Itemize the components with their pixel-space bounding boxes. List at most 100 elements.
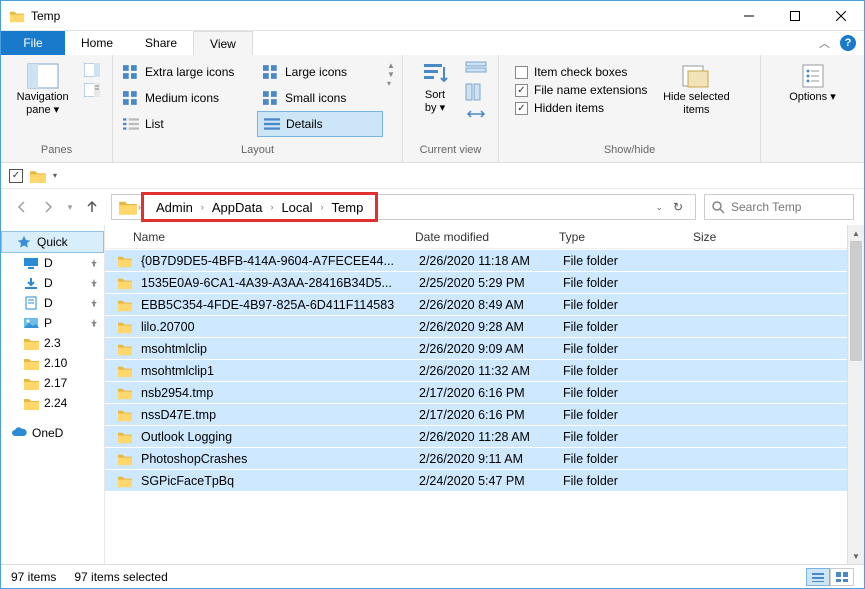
layout-small[interactable]: Small icons (257, 85, 383, 111)
table-row[interactable]: nsb2954.tmp2/17/2020 6:16 PMFile folder (105, 381, 847, 403)
sidebar-item[interactable]: P (1, 313, 104, 333)
nav-up-button[interactable] (81, 196, 103, 218)
scroll-thumb[interactable] (850, 241, 862, 361)
ribbon-tabs: File Home Share View ︿ ? (1, 31, 864, 55)
table-row[interactable]: Outlook Logging2/26/2020 11:28 AMFile fo… (105, 425, 847, 447)
search-input[interactable]: Search Temp (704, 194, 854, 220)
group-label-layout: Layout (113, 144, 402, 162)
tab-home[interactable]: Home (65, 31, 129, 55)
breadcrumb-segment[interactable]: Temp (328, 200, 368, 215)
table-row[interactable]: SGPicFaceTpBq2/24/2020 5:47 PMFile folde… (105, 469, 847, 491)
layout-more[interactable]: ▾ (387, 79, 397, 88)
table-row[interactable]: lilo.207002/26/2020 9:28 AMFile folder (105, 315, 847, 337)
cell-type: File folder (563, 342, 697, 356)
layout-scroll-down[interactable]: ▼ (387, 70, 397, 79)
cell-type: File folder (563, 408, 697, 422)
sidebar-item-onedrive[interactable]: OneD (1, 423, 104, 443)
group-by-button[interactable] (465, 61, 487, 79)
layout-list[interactable]: List (117, 111, 257, 137)
cell-date: 2/26/2020 9:09 AM (419, 342, 563, 356)
hidden-items-toggle[interactable]: Hidden items (515, 101, 647, 115)
table-row[interactable]: PhotoshopCrashes2/26/2020 9:11 AMFile fo… (105, 447, 847, 469)
column-date[interactable]: Date modified (415, 230, 559, 244)
search-icon (711, 200, 725, 214)
address-bar[interactable]: › Admin› AppData› Local› Temp ⌄ ↻ (111, 194, 696, 220)
collapse-ribbon-button[interactable]: ︿ (819, 35, 830, 51)
view-large-button[interactable] (830, 568, 854, 586)
file-name-extensions-toggle[interactable]: File name extensions (515, 83, 647, 97)
table-row[interactable]: 1535E0A9-6CA1-4A39-A3AA-28416B34D5...2/2… (105, 271, 847, 293)
layout-large[interactable]: Large icons (257, 59, 383, 85)
qat-check-icon[interactable] (9, 169, 23, 183)
hide-selected-button[interactable]: Hide selected items (657, 59, 735, 117)
sidebar-item-quick-access[interactable]: Quick (1, 231, 104, 253)
address-bar-row: ▾ › Admin› AppData› Local› Temp ⌄ ↻ Sear… (1, 189, 864, 225)
layout-extra-large[interactable]: Extra large icons (117, 59, 257, 85)
download-icon (23, 276, 39, 290)
minimize-button[interactable] (726, 1, 772, 30)
cell-date: 2/26/2020 11:18 AM (419, 254, 563, 268)
column-size[interactable]: Size (693, 230, 847, 244)
sidebar-item[interactable]: 2.3 (1, 333, 104, 353)
breadcrumb-segment[interactable]: AppData (208, 200, 267, 215)
sidebar-item[interactable]: 2.17 (1, 373, 104, 393)
tab-share[interactable]: Share (129, 31, 193, 55)
folder-icon (23, 376, 39, 390)
folder-icon (29, 168, 47, 184)
status-item-count: 97 items (11, 570, 56, 584)
breadcrumb-segment[interactable]: Admin (152, 200, 197, 215)
sidebar-item[interactable]: D (1, 253, 104, 273)
cell-type: File folder (563, 452, 697, 466)
window-title: Temp (31, 9, 726, 23)
cell-date: 2/17/2020 6:16 PM (419, 408, 563, 422)
add-columns-button[interactable] (465, 83, 487, 101)
view-details-button[interactable] (806, 568, 830, 586)
layout-details[interactable]: Details (257, 111, 383, 137)
nav-recent-dropdown[interactable]: ▾ (63, 196, 77, 218)
tab-file[interactable]: File (1, 31, 65, 55)
layout-scroll-up[interactable]: ▲ (387, 61, 397, 70)
status-selected-count: 97 items selected (74, 570, 167, 584)
qat-dropdown[interactable]: ▾ (53, 171, 57, 180)
sidebar-item[interactable]: D (1, 293, 104, 313)
cell-name: EBB5C354-4FDE-4B97-825A-6D411F114583 (141, 298, 419, 312)
folder-icon (117, 298, 133, 312)
table-row[interactable]: msohtmlclip2/26/2020 9:09 AMFile folder (105, 337, 847, 359)
address-history-dropdown[interactable]: ⌄ (651, 202, 667, 213)
cell-date: 2/26/2020 11:32 AM (419, 364, 563, 378)
close-button[interactable] (818, 1, 864, 30)
preview-pane-button[interactable] (84, 63, 100, 77)
maximize-button[interactable] (772, 1, 818, 30)
sort-by-button[interactable]: Sort by ▾ (409, 59, 461, 115)
table-row[interactable]: EBB5C354-4FDE-4B97-825A-6D411F1145832/26… (105, 293, 847, 315)
vertical-scrollbar[interactable]: ▲ ▼ (847, 225, 864, 564)
breadcrumb-segment[interactable]: Local (277, 200, 316, 215)
size-columns-button[interactable] (465, 105, 487, 123)
scroll-up-button[interactable]: ▲ (848, 225, 864, 241)
nav-back-button[interactable] (11, 196, 33, 218)
star-icon (16, 235, 32, 249)
table-row[interactable]: msohtmlclip12/26/2020 11:32 AMFile folde… (105, 359, 847, 381)
refresh-button[interactable]: ↻ (667, 200, 689, 214)
column-name[interactable]: Name (133, 230, 415, 244)
options-button[interactable]: Options ▾ (783, 59, 843, 104)
sidebar-item[interactable]: 2.24 (1, 393, 104, 413)
sidebar-item[interactable]: 2.10 (1, 353, 104, 373)
nav-forward-button[interactable] (37, 196, 59, 218)
details-pane-button[interactable] (84, 83, 100, 97)
item-check-boxes-toggle[interactable]: Item check boxes (515, 65, 647, 79)
sidebar-item[interactable]: D (1, 273, 104, 293)
cell-type: File folder (563, 276, 697, 290)
help-button[interactable]: ? (840, 35, 856, 51)
layout-medium[interactable]: Medium icons (117, 85, 257, 111)
tab-view[interactable]: View (193, 31, 253, 55)
folder-icon (117, 254, 133, 268)
navigation-pane-button[interactable]: Navigation pane ▾ (7, 59, 78, 117)
table-row[interactable]: {0B7D9DE5-4BFB-414A-9604-A7FECEE44...2/2… (105, 249, 847, 271)
cell-name: {0B7D9DE5-4BFB-414A-9604-A7FECEE44... (141, 254, 419, 268)
cell-name: nsb2954.tmp (141, 386, 419, 400)
table-row[interactable]: nssD47E.tmp2/17/2020 6:16 PMFile folder (105, 403, 847, 425)
folder-icon (117, 342, 133, 356)
scroll-down-button[interactable]: ▼ (848, 548, 864, 564)
column-type[interactable]: Type (559, 230, 693, 244)
